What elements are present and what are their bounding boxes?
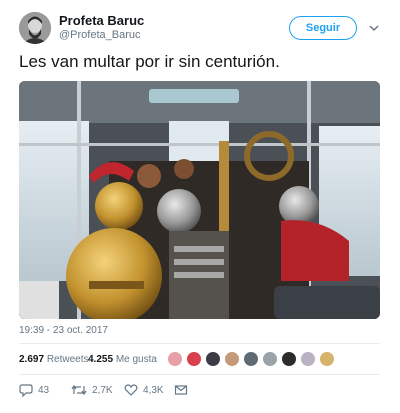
author-name[interactable]: Profeta Baruc — [59, 13, 144, 28]
like-count: 4,3K — [143, 384, 164, 396]
heart-icon — [124, 383, 138, 397]
divider — [19, 374, 380, 375]
retweets-count: 2.697 — [19, 354, 45, 365]
avatar[interactable] — [224, 351, 240, 367]
message-icon — [174, 383, 188, 397]
avatar[interactable] — [19, 12, 51, 44]
tweet-timestamp[interactable]: 19:39 - 23 oct. 2017 — [19, 325, 108, 336]
divider — [19, 343, 380, 344]
tweet-photo[interactable] — [19, 81, 380, 319]
chevron-down-icon[interactable] — [368, 18, 380, 38]
reply-button[interactable]: 43 — [19, 381, 49, 399]
likes-count: 4.255 — [88, 354, 114, 365]
tweet-actions: 43 2,7K 4,3K — [19, 381, 219, 399]
likes-stat[interactable]: 4.255 Me gusta — [88, 354, 157, 365]
avatar[interactable] — [262, 351, 278, 367]
retweet-count: 2,7K — [92, 384, 113, 396]
follow-button[interactable]: Seguir — [289, 16, 357, 40]
like-button[interactable]: 4,3K — [124, 381, 164, 399]
direct-message-button[interactable] — [174, 381, 188, 399]
liker-avatars — [167, 351, 337, 368]
reply-count: 43 — [38, 384, 50, 396]
likes-label: Me gusta — [115, 354, 157, 365]
retweets-label: Retweets — [46, 354, 89, 365]
avatar[interactable] — [300, 351, 316, 367]
retweets-stat[interactable]: 2.697 Retweets — [19, 354, 89, 365]
tweet-text: Les van multar por ir sin centurión. — [19, 52, 280, 71]
tweet-header: Profeta Baruc @Profeta_Baruc Seguir — [19, 10, 381, 46]
avatar[interactable] — [186, 351, 202, 367]
avatar[interactable] — [243, 351, 259, 367]
avatar[interactable] — [205, 351, 221, 367]
retweet-icon — [71, 383, 87, 397]
reply-icon — [19, 383, 33, 397]
avatar[interactable] — [319, 351, 335, 367]
avatar[interactable] — [281, 351, 297, 367]
retweet-button[interactable]: 2,7K — [71, 381, 113, 399]
author-handle[interactable]: @Profeta_Baruc — [59, 29, 141, 41]
tweet-card: Profeta Baruc @Profeta_Baruc Seguir Les … — [0, 0, 400, 413]
engagement-stats: 2.697 Retweets 4.255 Me gusta — [19, 350, 380, 370]
avatar[interactable] — [167, 351, 183, 367]
